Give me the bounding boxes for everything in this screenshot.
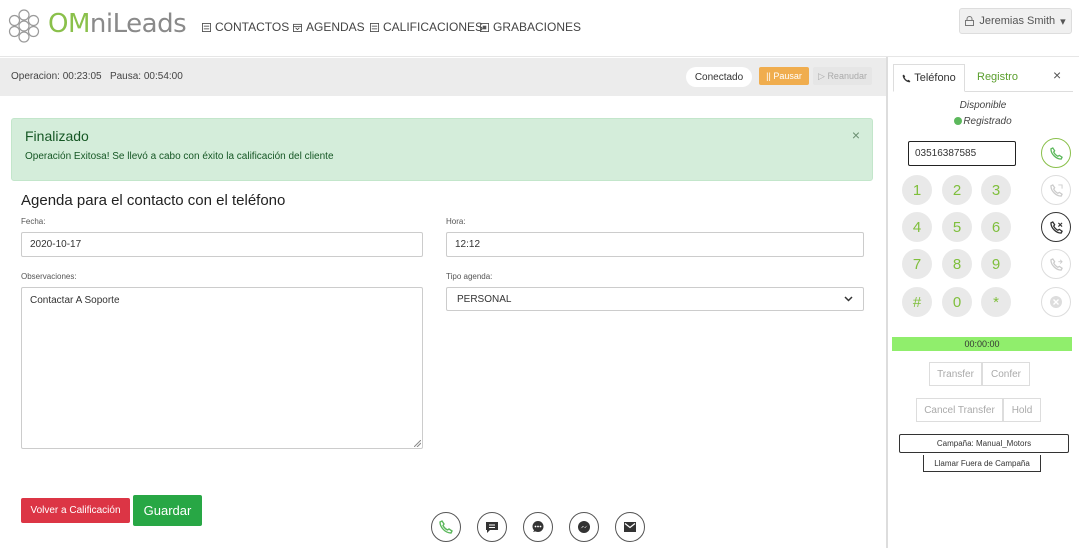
- message-icon: [486, 521, 498, 533]
- agent-status-bar: Operacion: 00:23:05 Pausa: 00:54:00 Cone…: [0, 58, 886, 96]
- dial-key-6[interactable]: 6: [981, 212, 1011, 242]
- top-navbar: OMniLeads CONTACTOS ⌄ AGENDAS CALIFICACI…: [0, 0, 1079, 57]
- list-icon: [202, 22, 211, 32]
- nav-calificaciones-label: CALIFICACIONES: [383, 20, 484, 34]
- nav-contactos-label: CONTACTOS: [215, 20, 290, 34]
- tab-phone[interactable]: Teléfono: [893, 64, 965, 92]
- schedule-type-select[interactable]: PERSONAL: [446, 287, 864, 311]
- status-dot-icon: [954, 117, 963, 125]
- hold-button[interactable]: Hold: [1003, 398, 1041, 422]
- app-root: OMniLeads CONTACTOS ⌄ AGENDAS CALIFICACI…: [0, 0, 1079, 548]
- notes-text: Contactar A Soporte: [30, 295, 120, 306]
- save-button[interactable]: Guardar: [133, 495, 202, 526]
- forward-call-button[interactable]: [1041, 249, 1071, 279]
- registration-label: Registrado: [963, 116, 1012, 127]
- phone-transfer-icon: [1049, 183, 1063, 197]
- chat-channel-button[interactable]: [523, 512, 553, 542]
- hangup-button[interactable]: [1041, 212, 1071, 242]
- dial-key-4[interactable]: 4: [902, 212, 932, 242]
- transfer-button[interactable]: Transfer: [929, 362, 982, 386]
- resume-button[interactable]: ▷ Reanudar: [813, 67, 872, 85]
- user-name: Jeremias Smith: [979, 15, 1056, 27]
- dial-key-2[interactable]: 2: [942, 175, 972, 205]
- dial-key-7[interactable]: 7: [902, 249, 932, 279]
- connection-status-badge: Conectado: [686, 67, 752, 87]
- brand-name[interactable]: OMniLeads: [48, 9, 187, 39]
- phone-panel-tabs: Teléfono Registro ×: [893, 64, 1073, 92]
- chevron-down-icon: [844, 296, 853, 302]
- calendar-icon: [293, 23, 302, 32]
- email-channel-button[interactable]: [615, 512, 645, 542]
- caret-down-icon: ▾: [1060, 15, 1066, 28]
- cancel-transfer-button[interactable]: Cancel Transfer: [916, 398, 1003, 422]
- notes-label: Observaciones:: [21, 272, 77, 281]
- messenger-icon: [578, 521, 590, 533]
- campaign-selector-button[interactable]: Campaña: Manual_Motors: [899, 434, 1069, 453]
- alert-message: Operación Exitosa! Se llevó a cabo con é…: [25, 151, 334, 162]
- dial-key-1[interactable]: 1: [902, 175, 932, 205]
- sms-channel-button[interactable]: [477, 512, 507, 542]
- success-alert: Finalizado Operación Exitosa! Se llevó a…: [11, 118, 873, 181]
- brand-prefix: OM: [48, 9, 90, 39]
- dial-key-hash[interactable]: #: [902, 287, 932, 317]
- phone-channel-button[interactable]: [431, 512, 461, 542]
- nav-contactos[interactable]: CONTACTOS ⌄: [202, 20, 302, 34]
- notes-textarea[interactable]: Contactar A Soporte: [21, 287, 423, 449]
- mute-icon: [1050, 296, 1062, 308]
- list-icon: [370, 22, 379, 32]
- nav-calificaciones[interactable]: CALIFICACIONES: [370, 20, 483, 34]
- date-label: Fecha:: [21, 217, 46, 226]
- omnileads-logo-icon[interactable]: [5, 7, 43, 45]
- dial-key-5[interactable]: 5: [942, 212, 972, 242]
- alert-close-icon[interactable]: ×: [852, 127, 860, 143]
- dial-key-0[interactable]: 0: [942, 287, 972, 317]
- panel-divider: [886, 57, 888, 548]
- user-menu-button[interactable]: Jeremias Smith ▾: [959, 8, 1072, 34]
- time-input[interactable]: 12:12: [446, 232, 864, 257]
- call-button[interactable]: [1041, 138, 1071, 168]
- chat-icon: [532, 521, 544, 532]
- type-label: Tipo agenda:: [446, 272, 493, 281]
- recording-icon: [480, 22, 489, 32]
- close-icon[interactable]: ×: [1053, 67, 1061, 83]
- phone-hangup-icon: [1049, 220, 1063, 234]
- dial-key-8[interactable]: 8: [942, 249, 972, 279]
- messenger-channel-button[interactable]: [569, 512, 599, 542]
- nav-agendas-label: AGENDAS: [306, 20, 365, 34]
- time-label: Hora:: [446, 217, 466, 226]
- call-timer: 00:00:00: [892, 337, 1072, 351]
- phone-icon: [439, 520, 453, 534]
- phone-forward-icon: [1049, 257, 1063, 271]
- tab-register[interactable]: Registro: [977, 71, 1018, 83]
- availability-status: Disponible: [959, 100, 1007, 111]
- operation-timer: Operacion: 00:23:05 Pausa: 00:54:00: [11, 71, 183, 82]
- nav-grabaciones-label: GRABACIONES: [493, 20, 582, 34]
- phone-icon: [902, 74, 911, 82]
- nav-grabaciones[interactable]: GRABACIONES: [480, 20, 581, 34]
- email-icon: [624, 522, 636, 532]
- lock-icon: [965, 16, 975, 26]
- alert-title: Finalizado: [25, 128, 89, 144]
- resize-grip-icon[interactable]: [414, 440, 421, 447]
- confer-button[interactable]: Confer: [982, 362, 1030, 386]
- pause-button[interactable]: || Pausar: [759, 67, 809, 85]
- dial-key-9[interactable]: 9: [981, 249, 1011, 279]
- back-to-disposition-button[interactable]: Volver a Calificación: [21, 498, 130, 523]
- phone-icon: [1049, 146, 1063, 160]
- call-outside-campaign-button[interactable]: Llamar Fuera de Campaña: [923, 455, 1041, 472]
- dial-key-3[interactable]: 3: [981, 175, 1011, 205]
- brand-rest: niLeads: [89, 9, 187, 39]
- date-input[interactable]: 2020-10-17: [21, 232, 423, 257]
- schedule-type-value: PERSONAL: [457, 293, 512, 305]
- transfer-call-button[interactable]: [1041, 175, 1071, 205]
- phone-number-input[interactable]: 03516387585: [908, 141, 1016, 166]
- nav-agendas[interactable]: AGENDAS: [293, 20, 365, 34]
- mute-button[interactable]: [1041, 287, 1071, 317]
- registration-status: Registrado: [893, 116, 1073, 127]
- tab-phone-label: Teléfono: [914, 72, 956, 84]
- dial-key-star[interactable]: *: [981, 287, 1011, 317]
- form-title: Agenda para el contacto con el teléfono: [21, 192, 286, 209]
